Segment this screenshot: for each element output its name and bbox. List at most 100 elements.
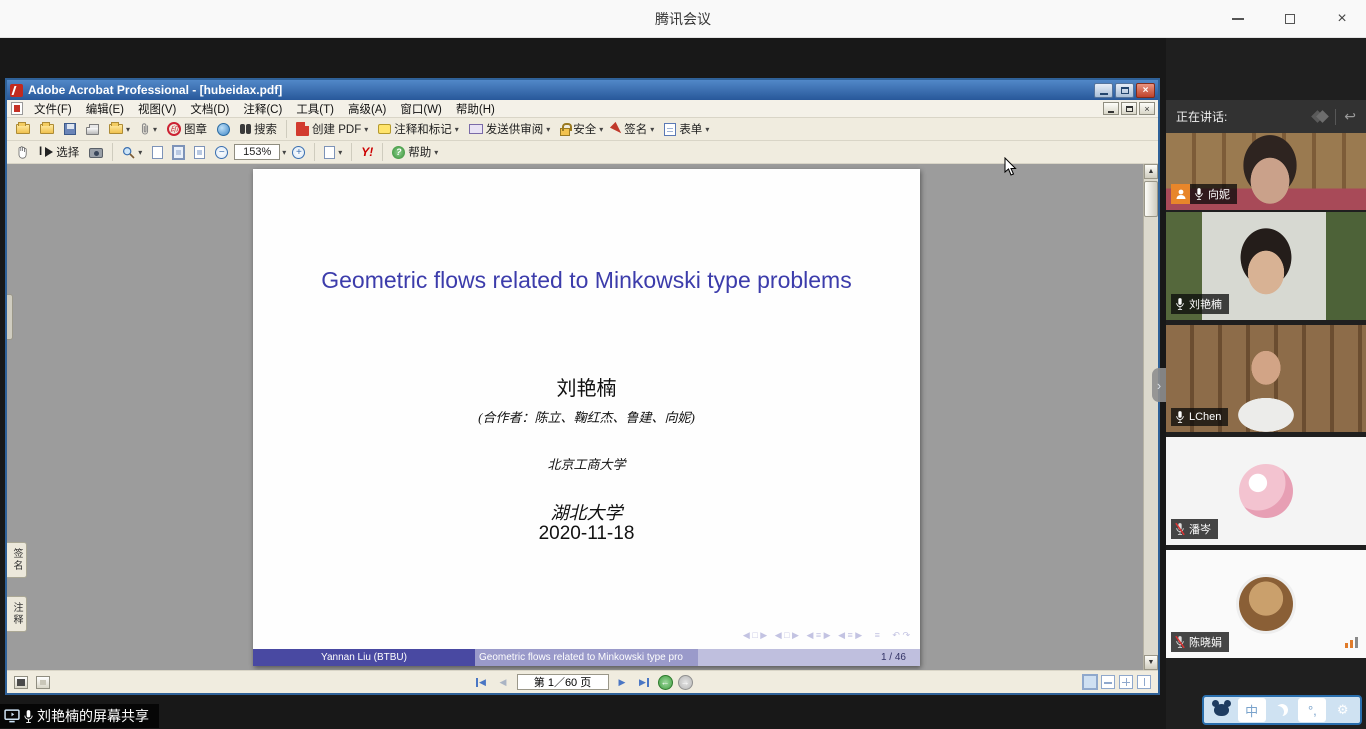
create-pdf-icon [296,122,309,136]
single-page-view-button[interactable] [1083,675,1097,689]
folder-icon [40,124,54,134]
continuous-view-button[interactable] [1101,675,1115,689]
acrobat-minimize-button[interactable] [1094,83,1113,98]
pdf-document-icon[interactable] [11,102,23,115]
ime-settings-button[interactable]: ⚙ [1329,698,1357,722]
menu-advanced[interactable]: 高级(A) [341,100,393,118]
maximize-button[interactable] [1276,5,1304,33]
previous-page-button[interactable]: ◀ [495,674,512,690]
menu-comments[interactable]: 注释(C) [236,100,289,118]
beamer-navigation-symbols[interactable]: ◀ □ ▶ ◀ □ ▶ ◀ ≡ ▶ ◀ ≡ ▶ ≡ ↶ ↷ [743,630,910,641]
open-recent-button[interactable] [36,120,58,139]
sidebar-collapse-button[interactable]: › [1152,368,1166,402]
help-button[interactable]: ?帮助▾ [388,143,442,162]
menu-document[interactable]: 文档(D) [183,100,236,118]
video-tile-lchen[interactable]: LChen [1166,325,1366,432]
snapshot-button[interactable] [85,143,107,162]
page-layout-button[interactable]: ▾ [320,143,346,162]
zoom-level-box[interactable]: 153% [234,144,280,160]
nav-tab-signatures[interactable]: 签名 [7,542,27,578]
first-page-button[interactable]: ◀ [473,674,490,690]
nav-tab-comments[interactable]: 注释 [7,596,27,632]
fit-width-icon [194,146,205,159]
open-button[interactable] [12,120,34,139]
caret-down-icon: ▾ [650,125,654,134]
back-arrow-icon[interactable]: ↩ [1344,108,1356,125]
minimize-icon [1232,18,1244,20]
network-signal-icon [1345,637,1358,648]
maximize-icon [1285,14,1295,24]
next-view-button[interactable]: → [678,675,693,690]
last-page-button[interactable]: ▶ [636,674,653,690]
forms-label: 表单 [679,121,702,137]
acrobat-toolbar-file: ▾ ▾ 印图章 搜索 创建 PDF▾ 注释和标记▾ 发送供审阅▾ 安全▾ 签名▾… [7,118,1158,141]
acrobat-title-text: Adobe Acrobat Professional - [hubeidax.p… [28,83,282,97]
sign-button[interactable]: 签名▾ [609,120,658,139]
fit-height-button[interactable] [169,143,188,162]
doc-minimize-button[interactable] [1103,102,1119,115]
slide-author: 刘艳楠 [557,372,617,401]
video-tile-xiangni[interactable]: 向妮 [1166,133,1366,210]
zoom-level-caret[interactable]: ▾ [282,148,286,157]
video-tile-liuyannan[interactable]: 刘艳楠 [1166,212,1366,320]
footer-title: Geometric flows related to Minkowski typ… [475,649,698,666]
security-label: 安全 [573,121,596,137]
cursor-arrow-icon [45,147,53,157]
create-pdf-button[interactable]: 创建 PDF▾ [292,120,372,139]
previous-view-button[interactable]: ← [658,675,673,690]
acrobat-restore-button[interactable] [1115,83,1134,98]
close-button[interactable]: × [1328,5,1356,33]
nav-pane-splitter[interactable] [7,294,13,340]
menu-file[interactable]: 文件(F) [27,100,79,118]
facing-view-button[interactable] [1119,675,1133,689]
menu-edit[interactable]: 编辑(E) [79,100,131,118]
organizer-button[interactable]: ▾ [105,120,134,139]
video-tile-chenxiaojuan[interactable]: 陈晓娟 [1166,550,1366,658]
zoom-out-button[interactable]: − [211,143,232,162]
email-button[interactable] [213,120,234,139]
search-button[interactable]: 搜索 [236,120,281,139]
video-tile-pancen[interactable]: 潘岑 [1166,437,1366,545]
ime-fullwidth-button[interactable] [1268,698,1296,722]
next-page-button[interactable]: ▶ [614,674,631,690]
menu-view[interactable]: 视图(V) [131,100,183,118]
menu-tools[interactable]: 工具(T) [289,100,341,118]
yahoo-button[interactable]: Y! [357,143,377,162]
doc-close-button[interactable]: × [1139,102,1155,115]
doc-restore-button[interactable] [1121,102,1137,115]
zoom-tool-button[interactable]: ▾ [118,143,146,162]
page-number-field[interactable]: 第 1／60 页 [517,674,609,690]
ime-logo-button[interactable] [1207,698,1235,722]
camera-icon [89,148,103,158]
send-review-button[interactable]: 发送供审阅▾ [465,120,555,139]
save-button[interactable] [60,120,80,139]
minimize-button[interactable] [1224,5,1252,33]
attachments-panel-button[interactable] [14,676,28,689]
acrobat-close-button[interactable]: × [1136,83,1155,98]
scroll-down-button[interactable]: ▼ [1144,655,1158,670]
menu-window[interactable]: 窗口(W) [393,100,449,118]
acrobat-titlebar: Adobe Acrobat Professional - [hubeidax.p… [7,80,1158,100]
two-up-view-button[interactable] [1137,675,1151,689]
zoom-in-button[interactable]: + [288,143,309,162]
vertical-scrollbar[interactable]: ▲ ▼ [1143,164,1158,670]
security-button[interactable]: 安全▾ [556,120,607,139]
menu-help[interactable]: 帮助(H) [449,100,502,118]
scrollbar-thumb[interactable] [1144,181,1158,217]
attach-button[interactable]: ▾ [136,120,161,139]
stamp-button[interactable]: 印图章 [163,120,211,139]
globe-email-icon [217,123,230,136]
select-tool-button[interactable]: I选择 [35,143,83,162]
forms-button[interactable]: 表单▾ [660,120,713,139]
scroll-up-button[interactable]: ▲ [1144,164,1158,179]
markup-button[interactable]: 注释和标记▾ [374,120,463,139]
print-button[interactable] [82,120,103,139]
comments-panel-button[interactable] [36,676,50,689]
acrobat-window: Adobe Acrobat Professional - [hubeidax.p… [5,78,1160,695]
fit-width-button[interactable] [190,143,209,162]
ime-punctuation-button[interactable]: °, [1298,698,1326,722]
hand-tool-button[interactable] [12,143,33,162]
fit-page-button[interactable] [148,143,167,162]
ime-language-button[interactable]: 中 [1238,698,1266,722]
footer-page-number: 1 / 46 [698,649,920,666]
